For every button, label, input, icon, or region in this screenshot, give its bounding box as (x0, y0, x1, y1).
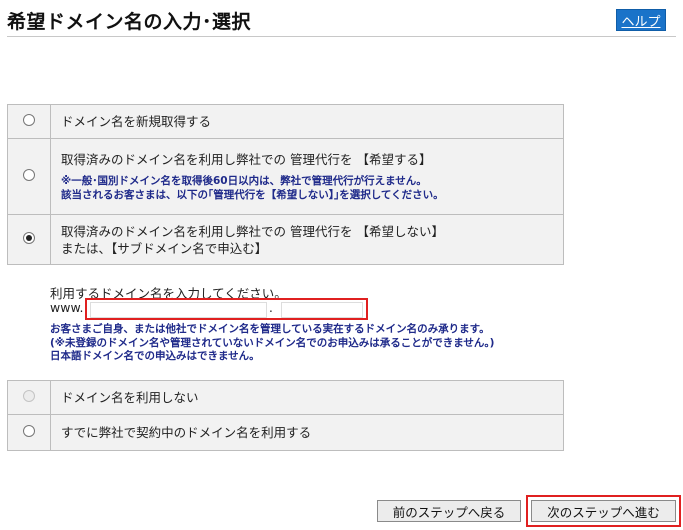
domain-input-highlight: . (85, 298, 368, 320)
option-row-no-domain[interactable]: ドメイン名を利用しない (7, 380, 564, 415)
page-title: 希望ドメイン名の入力･選択 (7, 11, 252, 33)
radio-manage-yes[interactable] (23, 169, 35, 181)
radio-manage-no[interactable] (23, 232, 35, 244)
domain-entry-notes: お客さまご自身、または他社でドメイン名を管理している実在するドメイン名のみ承りま… (50, 323, 495, 362)
option-label: ドメイン名を利用しない (50, 380, 564, 415)
domain-entry-section: 利用するドメイン名を入力してください。 www. . お客さまご自身、または他社… (50, 283, 494, 362)
back-button[interactable]: 前のステップへ戻る (377, 500, 521, 522)
option-warning-note: ※一般･国別ドメイン名を取得後60日以内は、弊社で管理代行が行えません。 該当さ… (61, 175, 444, 201)
option-row-manage-no[interactable]: 取得済みのドメイン名を利用し弊社での 管理代行を 【希望しない】 または、【サブ… (7, 214, 564, 265)
title-divider (7, 36, 676, 37)
option-label: 取得済みのドメイン名を利用し弊社での 管理代行を 【希望する】 (61, 152, 432, 167)
www-prefix: www. (50, 300, 84, 315)
option-row-existing-domain[interactable]: すでに弊社で契約中のドメイン名を利用する (7, 414, 564, 451)
radio-existing-domain[interactable] (23, 425, 35, 437)
domain-option-table: ドメイン名を新規取得する 取得済みのドメイン名を利用し弊社での 管理代行を 【希… (7, 104, 564, 265)
option-label: ドメイン名を新規取得する (50, 104, 564, 139)
domain-name-input[interactable] (90, 302, 267, 318)
option-label: 取得済みのドメイン名を利用し弊社での 管理代行を 【希望しない】 (61, 223, 444, 239)
option-label-sub: または、【サブドメイン名で申込む】 (61, 240, 268, 256)
domain-tld-input[interactable] (281, 302, 363, 318)
option-row-new-domain[interactable]: ドメイン名を新規取得する (7, 104, 564, 139)
domain-option-table-bottom: ドメイン名を利用しない すでに弊社で契約中のドメイン名を利用する (7, 380, 564, 451)
radio-no-domain[interactable] (23, 390, 35, 402)
next-button[interactable]: 次のステップへ進む (531, 500, 676, 522)
option-row-manage-yes[interactable]: 取得済みのドメイン名を利用し弊社での 管理代行を 【希望する】 ※一般･国別ドメ… (7, 138, 564, 215)
option-label: すでに弊社で契約中のドメイン名を利用する (50, 414, 564, 451)
radio-new-domain[interactable] (23, 114, 35, 126)
help-button[interactable]: ヘルプ (616, 9, 666, 31)
domain-dot: . (269, 301, 273, 315)
